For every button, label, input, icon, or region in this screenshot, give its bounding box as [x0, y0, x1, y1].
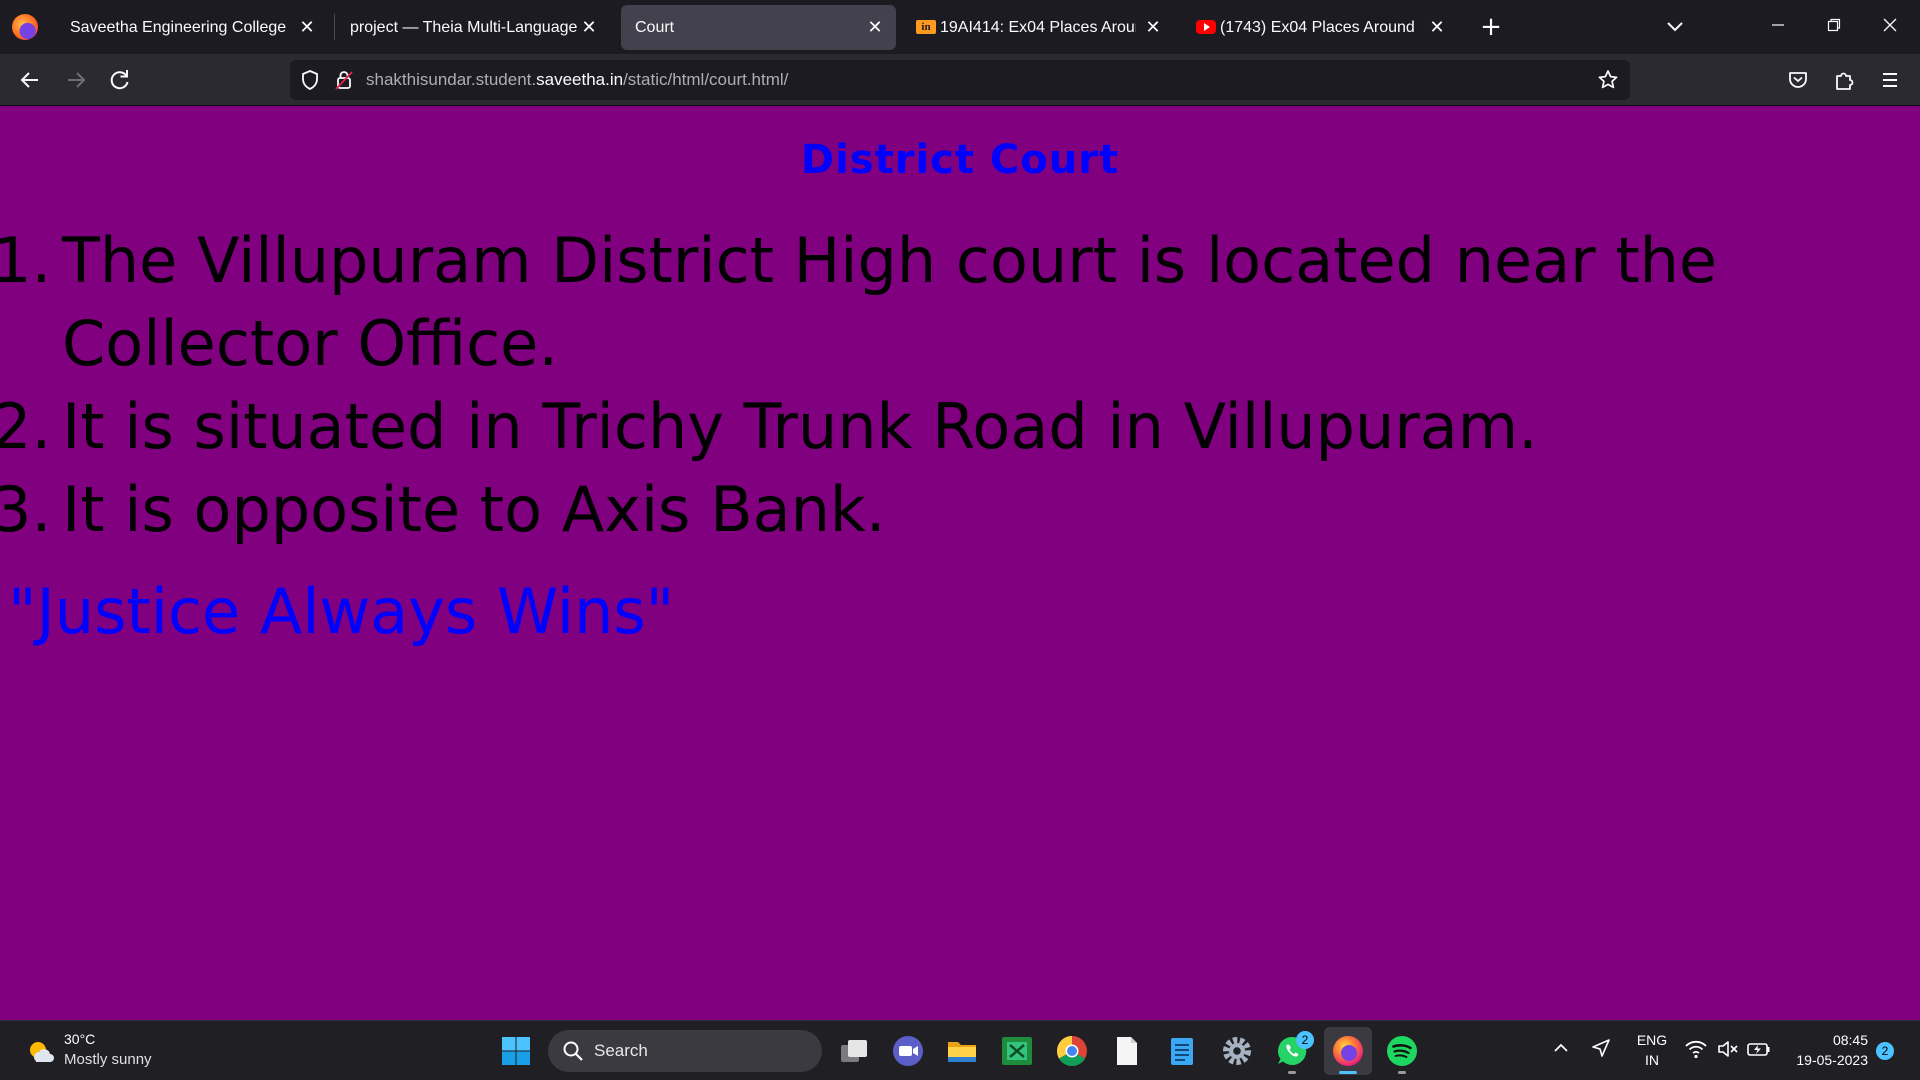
- firefox-menu-icon[interactable]: [12, 14, 38, 40]
- page-content: District Court 1. The Villupuram District…: [0, 107, 1920, 1020]
- tab-youtube[interactable]: (1743) Ex04 Places Around Me ✕: [1184, 5, 1458, 50]
- weather-temperature[interactable]: 30°C: [64, 1031, 95, 1047]
- settings-gear-icon[interactable]: [1219, 1033, 1255, 1069]
- notepad-icon[interactable]: [1164, 1033, 1200, 1069]
- task-view-icon[interactable]: [836, 1033, 872, 1069]
- tab-court[interactable]: Court ✕: [621, 5, 896, 50]
- battery-charging-icon[interactable]: [1746, 1038, 1772, 1064]
- pocket-icon[interactable]: [1780, 62, 1816, 98]
- close-tab-icon[interactable]: ✕: [1424, 14, 1450, 40]
- list-item-text: It is situated in Trichy Trunk Road in V…: [62, 390, 1538, 463]
- wifi-icon[interactable]: [1684, 1038, 1708, 1064]
- youtube-favicon-icon: [1196, 20, 1216, 34]
- back-arrow-icon[interactable]: [12, 62, 48, 98]
- url-text[interactable]: shakthisundar.student.saveetha.in/static…: [366, 70, 788, 90]
- notification-center-badge[interactable]: 2: [1876, 1042, 1894, 1060]
- list-item: 3. It is opposite to Axis Bank.: [0, 468, 1900, 551]
- tab-title: (1743) Ex04 Places Around Me: [1220, 19, 1420, 36]
- chrome-icon[interactable]: [1054, 1033, 1090, 1069]
- list-all-tabs-chevron-down-icon[interactable]: [1660, 13, 1690, 41]
- active-app-indicator: [1339, 1071, 1357, 1074]
- tab-title: Court: [635, 19, 675, 36]
- close-tab-icon[interactable]: ✕: [1140, 14, 1166, 40]
- list-item-text: The Villupuram District High court is lo…: [62, 224, 1718, 380]
- whatsapp-notification-badge: 2: [1296, 1031, 1314, 1049]
- windows-start-icon[interactable]: [498, 1033, 534, 1069]
- quote-text: "Justice Always Wins": [8, 575, 675, 648]
- meet-video-icon[interactable]: [890, 1033, 926, 1069]
- tracking-protection-shield-icon[interactable]: [298, 68, 322, 92]
- chevron-up-icon[interactable]: [1552, 1039, 1570, 1061]
- list-number: 2.: [0, 390, 52, 463]
- list-item: 1. The Villupuram District High court is …: [0, 219, 1900, 385]
- tab-title: project — Theia Multi-Language Ex: [350, 19, 582, 36]
- running-indicator: [1398, 1071, 1406, 1074]
- taskbar-search[interactable]: Search: [548, 1030, 822, 1072]
- tab-separator: [334, 14, 335, 40]
- tab-19ai414[interactable]: in 19AI414: Ex04 Places Around M ✕: [904, 5, 1174, 50]
- search-icon: [562, 1040, 584, 1062]
- clock-date[interactable]: 19-05-2023: [1780, 1052, 1868, 1068]
- weather-description[interactable]: Mostly sunny: [64, 1051, 152, 1068]
- insecure-lock-icon[interactable]: [332, 68, 356, 92]
- location-arrow-icon[interactable]: [1590, 1037, 1612, 1063]
- running-indicator: [1288, 1071, 1296, 1074]
- file-explorer-icon[interactable]: [944, 1033, 980, 1069]
- url-domain: saveetha.in: [536, 70, 624, 89]
- taskbar: 30°C Mostly sunny Search 2 ENG IN 08:45 …: [0, 1020, 1920, 1080]
- list-number: 1.: [0, 224, 52, 297]
- volume-muted-icon[interactable]: [1716, 1038, 1740, 1064]
- list-item-text: It is opposite to Axis Bank.: [62, 473, 886, 546]
- tab-saveetha[interactable]: Saveetha Engineering College ✕: [56, 5, 328, 50]
- restore-icon[interactable]: [1806, 0, 1862, 54]
- close-tab-icon[interactable]: ✕: [576, 14, 602, 40]
- tab-project-theia[interactable]: project — Theia Multi-Language Ex ✕: [336, 5, 610, 50]
- bookmark-star-icon[interactable]: [1596, 68, 1620, 92]
- url-prefix: shakthisundar.student.: [366, 70, 537, 89]
- extensions-puzzle-icon[interactable]: [1826, 62, 1862, 98]
- hamburger-menu-icon[interactable]: [1872, 62, 1908, 98]
- close-window-icon[interactable]: [1862, 0, 1918, 54]
- language-indicator-line2[interactable]: IN: [1634, 1052, 1670, 1068]
- firefox-icon[interactable]: [1330, 1033, 1366, 1069]
- tce-favicon-icon: in: [916, 20, 936, 34]
- spotify-icon[interactable]: [1384, 1033, 1420, 1069]
- tab-bar: Saveetha Engineering College ✕ project —…: [0, 0, 1920, 54]
- forward-arrow-icon[interactable]: [58, 62, 94, 98]
- tab-title: Saveetha Engineering College: [70, 19, 287, 36]
- close-tab-icon[interactable]: ✕: [294, 14, 320, 40]
- blank-file-icon[interactable]: [1109, 1033, 1145, 1069]
- tab-title: 19AI414: Ex04 Places Around M: [940, 19, 1136, 36]
- new-tab-button[interactable]: +: [1476, 12, 1506, 42]
- clock-time[interactable]: 08:45: [1780, 1032, 1868, 1048]
- close-tab-icon[interactable]: ✕: [862, 14, 888, 40]
- excel-icon[interactable]: [999, 1033, 1035, 1069]
- list-item: 2. It is situated in Trichy Trunk Road in…: [0, 385, 1900, 468]
- facts-list: 1. The Villupuram District High court is …: [0, 219, 1900, 551]
- url-path: /static/html/court.html/: [623, 70, 789, 89]
- search-label: Search: [594, 1041, 648, 1060]
- language-indicator-line1[interactable]: ENG: [1634, 1032, 1670, 1048]
- url-bar[interactable]: shakthisundar.student.saveetha.in/static…: [290, 60, 1630, 100]
- sun-cloud-weather-icon[interactable]: [26, 1037, 56, 1067]
- minimize-icon[interactable]: [1750, 0, 1806, 54]
- page-title: District Court: [800, 137, 1120, 183]
- navigation-toolbar: shakthisundar.student.saveetha.in/static…: [0, 54, 1920, 106]
- list-number: 3.: [0, 473, 52, 546]
- reload-icon[interactable]: [102, 62, 138, 98]
